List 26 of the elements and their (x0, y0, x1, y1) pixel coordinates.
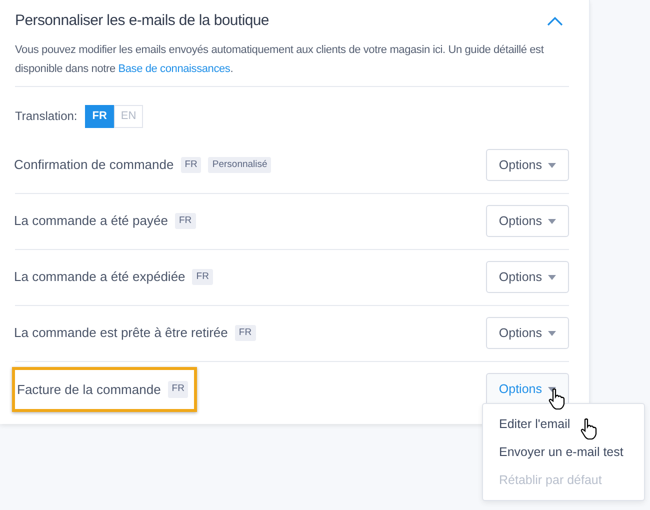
caret-icon (548, 274, 556, 280)
email-name: Confirmation de commande (14, 156, 174, 174)
email-name: La commande est prête à être retirée (14, 324, 228, 342)
options-button[interactable]: Options (486, 316, 569, 350)
options-button[interactable]: Options (486, 148, 569, 182)
tag: FR (234, 324, 256, 342)
options-button[interactable]: Options (486, 204, 569, 238)
options-button[interactable]: Options (486, 260, 569, 294)
hand-cursor-icon (580, 418, 598, 440)
caret-icon (548, 162, 556, 168)
caret-icon (548, 218, 556, 224)
email-name: La commande a été expédiée (14, 268, 186, 286)
translation-label: Translation: (15, 108, 78, 125)
menu-item[interactable]: Envoyer un e-mail test (483, 438, 644, 466)
email-name: Facture de la commande (17, 380, 161, 399)
email-name: La commande a été payée (14, 212, 168, 230)
tag: FR (180, 156, 202, 174)
section-title: Personnaliser les e-mails de la boutique (15, 11, 269, 31)
caret-icon (548, 330, 556, 336)
tag: Personnalisé (208, 156, 272, 174)
tag: FR (168, 381, 188, 398)
menu-item[interactable]: Editer l'email (483, 410, 644, 438)
tag: FR (174, 212, 196, 230)
chevron-up-icon[interactable] (547, 16, 563, 26)
description-text: Vous pouvez modifier les emails envoyés automatiquement aux clients de votre magasin ici. Un guide détaillé est disponible dans notre Base de connaissances. (15, 40, 569, 86)
tag: FR (192, 268, 213, 286)
